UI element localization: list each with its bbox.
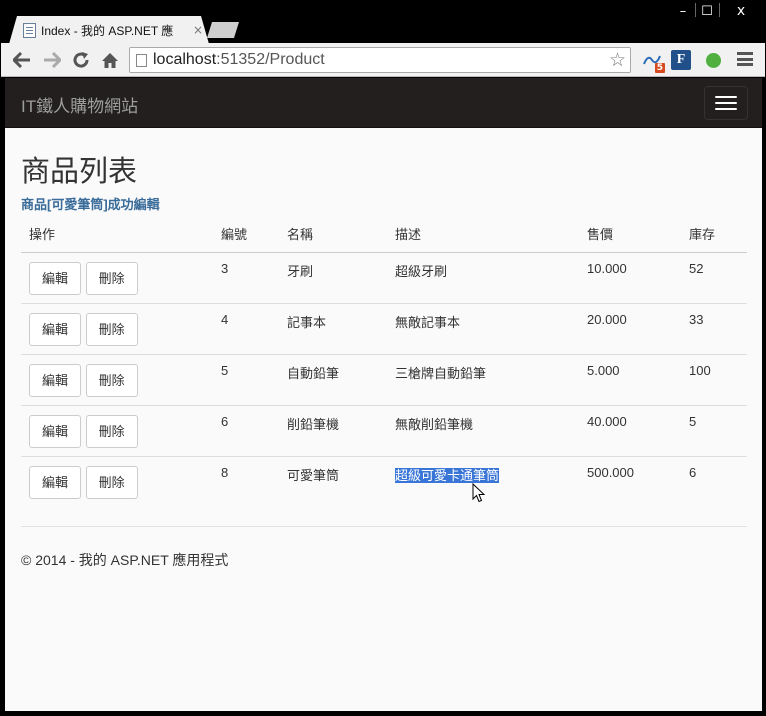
tab-close-icon[interactable]: × (193, 23, 203, 37)
f-extension-icon[interactable]: F (671, 50, 691, 70)
close-window-button[interactable]: x (719, 1, 763, 21)
delete-button[interactable]: 刪除 (85, 465, 138, 499)
cell-stock: 6 (681, 455, 747, 507)
extension-badge: 5 (654, 63, 665, 73)
delete-button[interactable]: 刪除 (85, 261, 138, 295)
table-header-row: 操作 編號 名稱 描述 售價 庫存 (21, 216, 747, 253)
browser-window: Index - 我的 ASP.NET 應 × – ☐ x localhost:5… (0, 0, 766, 716)
edit-button[interactable]: 編輯 (29, 312, 82, 346)
edit-button[interactable]: 編輯 (29, 363, 82, 397)
cell-name: 記事本 (279, 302, 387, 354)
back-arrow-icon[interactable] (11, 49, 33, 71)
browser-toolbar: localhost:51352/Product ☆ 5 F (1, 43, 765, 77)
footer-copyright: © 2014 - 我的 ASP.NET 應用程式 (21, 552, 229, 568)
browser-tab[interactable]: Index - 我的 ASP.NET 應 × (9, 16, 209, 44)
mouse-cursor-icon (472, 482, 486, 507)
url-text: localhost:51352/Product (153, 51, 325, 68)
edit-button[interactable]: 編輯 (29, 465, 82, 499)
cell-price: 10.000 (587, 260, 627, 276)
cell-id: 8 (213, 455, 279, 507)
header-price: 售價 (579, 216, 681, 253)
minimize-button[interactable]: – (671, 1, 695, 21)
header-actions: 操作 (21, 216, 213, 253)
forward-arrow-icon[interactable] (41, 49, 63, 71)
cell-description: 無敵削鉛筆機 (387, 404, 579, 456)
edit-button[interactable]: 編輯 (29, 261, 82, 295)
cell-stock: 52 (689, 260, 704, 276)
cell-id: 4 (213, 302, 279, 354)
browser-menu-icon[interactable] (737, 52, 753, 66)
cell-description: 三槍牌自動鉛筆 (387, 353, 579, 405)
home-icon[interactable] (99, 49, 121, 71)
cell-name: 牙刷 (287, 263, 314, 279)
navbar-toggle-button[interactable] (704, 86, 748, 120)
table-row: 編輯 刪除 4 記事本 無敵記事本 20.000 33 (21, 302, 747, 354)
table-row: 編輯 刪除 3 牙刷 超級牙刷 10.000 52 (21, 252, 747, 303)
cell-id: 6 (213, 404, 279, 456)
cell-description: 超級牙刷 (395, 263, 448, 279)
reload-icon[interactable] (70, 49, 92, 71)
cell-description: 無敵記事本 (387, 302, 579, 354)
table-row: 編輯 刪除 8 可愛筆筒 超級可愛卡通筆筒 500.000 6 (21, 455, 747, 507)
cell-name: 可愛筆筒 (279, 455, 387, 507)
delete-button[interactable]: 刪除 (85, 312, 138, 346)
html5-extension-icon[interactable]: 5 (642, 50, 665, 73)
bookmark-star-icon[interactable]: ☆ (609, 49, 626, 71)
cell-price: 5.000 (579, 353, 681, 405)
page-icon (23, 22, 36, 38)
cell-name: 削鉛筆機 (279, 404, 387, 456)
header-stock: 庫存 (681, 216, 747, 253)
cell-stock: 33 (681, 302, 747, 354)
cell-price: 40.000 (579, 404, 681, 456)
page-icon (136, 53, 147, 67)
cell-price: 500.000 (579, 455, 681, 507)
cell-stock: 100 (681, 353, 747, 405)
footer-divider (21, 526, 747, 527)
header-id: 編號 (213, 216, 279, 253)
page-title: 商品列表 (21, 156, 138, 188)
cell-price: 20.000 (579, 302, 681, 354)
success-message: 商品[可愛筆筒]成功編輯 (21, 197, 160, 212)
edit-button[interactable]: 編輯 (29, 414, 82, 448)
header-name: 名稱 (279, 216, 387, 253)
table-row: 編輯 刪除 6 削鉛筆機 無敵削鉛筆機 40.000 5 (21, 404, 747, 456)
product-table: 操作 編號 名稱 描述 售價 庫存 編輯 刪除 3 牙刷 超級牙刷 10.000… (21, 216, 747, 507)
maximize-button[interactable]: ☐ (695, 1, 719, 21)
cell-stock: 5 (681, 404, 747, 456)
site-brand[interactable]: IT鐵人購物網站 (21, 92, 138, 117)
tab-title: Index - 我的 ASP.NET 應 (41, 23, 174, 38)
site-navbar: IT鐵人購物網站 (5, 78, 762, 128)
cell-id: 5 (213, 353, 279, 405)
leaf-extension-icon[interactable] (703, 50, 723, 70)
delete-button[interactable]: 刪除 (85, 414, 138, 448)
header-description: 描述 (387, 216, 579, 253)
address-bar[interactable]: localhost:51352/Product ☆ (129, 47, 631, 73)
cell-name: 自動鉛筆 (279, 353, 387, 405)
table-row: 編輯 刪除 5 自動鉛筆 三槍牌自動鉛筆 5.000 100 (21, 353, 747, 405)
selected-text: 超級可愛卡通筆筒 (395, 467, 500, 483)
title-bar: Index - 我的 ASP.NET 應 × – ☐ x (1, 1, 765, 44)
delete-button[interactable]: 刪除 (85, 363, 138, 397)
page-viewport: IT鐵人購物網站 商品列表 商品[可愛筆筒]成功編輯 操作 編號 名稱 描述 售… (5, 78, 762, 711)
new-tab-button[interactable] (207, 22, 239, 38)
cell-id: 3 (221, 260, 229, 276)
